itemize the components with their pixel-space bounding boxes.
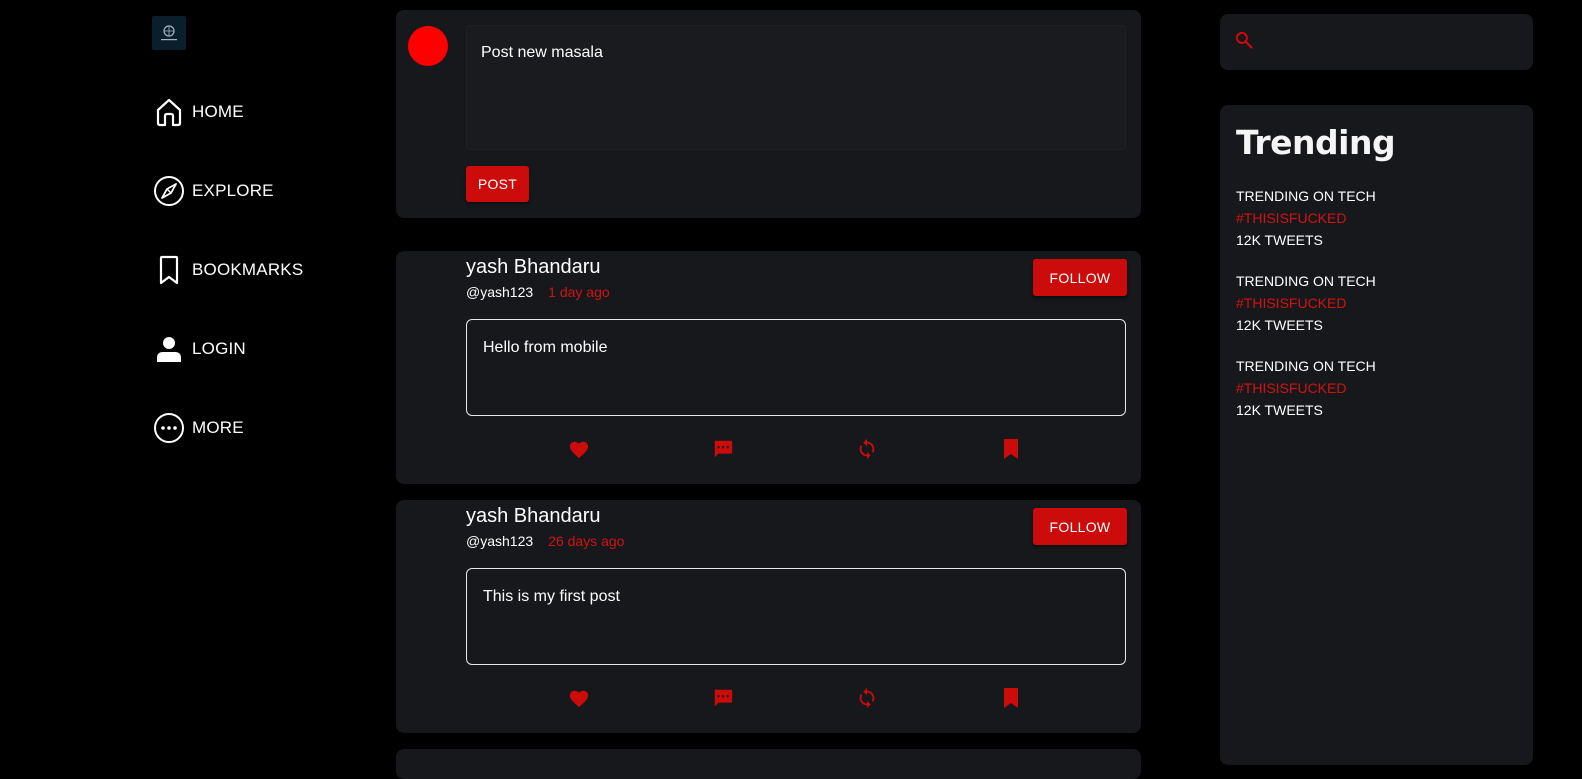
sidebar-item-more[interactable]: MORE [152, 408, 303, 448]
home-icon [152, 96, 185, 129]
author-handle[interactable]: @yash123 [466, 533, 533, 549]
post-body: This is my first post [466, 568, 1126, 665]
retweet-icon[interactable] [854, 685, 880, 711]
app-logo[interactable] [152, 16, 186, 50]
author-meta: @yash123 1 day ago [466, 284, 610, 300]
sidebar-item-label: MORE [192, 418, 244, 437]
bookmark-action-icon[interactable] [998, 685, 1024, 711]
trend-hashtag[interactable]: #THISISFUCKED [1236, 291, 1517, 315]
trend-topic: TRENDING ON TECH [1236, 358, 1376, 374]
logo-icon [161, 25, 177, 41]
search-bar [1220, 14, 1533, 70]
trend-count: 12K TWEETS [1236, 232, 1323, 248]
author-handle[interactable]: @yash123 [466, 284, 533, 300]
post-card: yash Bhandaru @yash123 26 days ago FOLLO… [396, 500, 1141, 733]
compose-input[interactable]: Post new masala [466, 25, 1126, 150]
retweet-icon[interactable] [854, 436, 880, 462]
trend-topic: TRENDING ON TECH [1236, 188, 1376, 204]
bookmark-action-icon[interactable] [998, 436, 1024, 462]
like-icon[interactable] [566, 685, 592, 711]
trend-count: 12K TWEETS [1236, 317, 1323, 333]
post-timestamp: 1 day ago [548, 284, 610, 300]
sidebar-item-login[interactable]: LOGIN [152, 329, 303, 369]
sidebar-item-bookmarks[interactable]: BOOKMARKS [152, 250, 303, 290]
trend-hashtag[interactable]: #THISISFUCKED [1236, 376, 1517, 400]
sidebar-item-label: BOOKMARKS [192, 260, 304, 279]
post-card: yash Bhandaru @yash123 1 day ago FOLLOW … [396, 251, 1141, 484]
post-body: Hello from mobile [466, 319, 1126, 416]
trend-hashtag[interactable]: #THISISFUCKED [1236, 206, 1517, 230]
trend-count: 12K TWEETS [1236, 402, 1323, 418]
bookmark-icon [152, 254, 185, 287]
post-actions [466, 436, 1126, 462]
trend-topic: TRENDING ON TECH [1236, 273, 1376, 289]
avatar [408, 26, 448, 66]
more-icon [152, 412, 185, 445]
user-icon [152, 333, 185, 366]
follow-button[interactable]: FOLLOW [1033, 508, 1127, 545]
trend-item[interactable]: TRENDING ON TECH #THISISFUCKED 12K TWEET… [1236, 186, 1517, 250]
sidebar-nav: HOME EXPLORE BOOKMARKS LOGIN MORE [152, 92, 303, 487]
search-input[interactable] [1264, 32, 1514, 52]
comment-icon[interactable] [710, 685, 736, 711]
post-timestamp: 26 days ago [548, 533, 625, 549]
sidebar-item-label: EXPLORE [192, 181, 274, 200]
sidebar-item-label: HOME [192, 102, 244, 121]
sidebar-item-explore[interactable]: EXPLORE [152, 171, 303, 211]
trending-title: Trending [1236, 123, 1396, 162]
post-button[interactable]: POST [466, 166, 529, 202]
comment-icon[interactable] [710, 436, 736, 462]
post-actions [466, 685, 1126, 711]
trend-item[interactable]: TRENDING ON TECH #THISISFUCKED 12K TWEET… [1236, 271, 1517, 335]
like-icon[interactable] [566, 436, 592, 462]
post-card [396, 749, 1141, 779]
author-name[interactable]: yash Bhandaru [466, 256, 601, 279]
follow-button[interactable]: FOLLOW [1033, 259, 1127, 296]
sidebar-item-home[interactable]: HOME [152, 92, 303, 132]
trend-item[interactable]: TRENDING ON TECH #THISISFUCKED 12K TWEET… [1236, 356, 1517, 420]
search-icon[interactable] [1234, 30, 1254, 55]
compose-card: Post new masala POST [396, 10, 1141, 218]
compass-icon [152, 175, 185, 208]
author-name[interactable]: yash Bhandaru [466, 505, 601, 528]
trending-panel: Trending TRENDING ON TECH #THISISFUCKED … [1220, 105, 1533, 765]
author-meta: @yash123 26 days ago [466, 533, 624, 549]
sidebar-item-label: LOGIN [192, 339, 246, 358]
